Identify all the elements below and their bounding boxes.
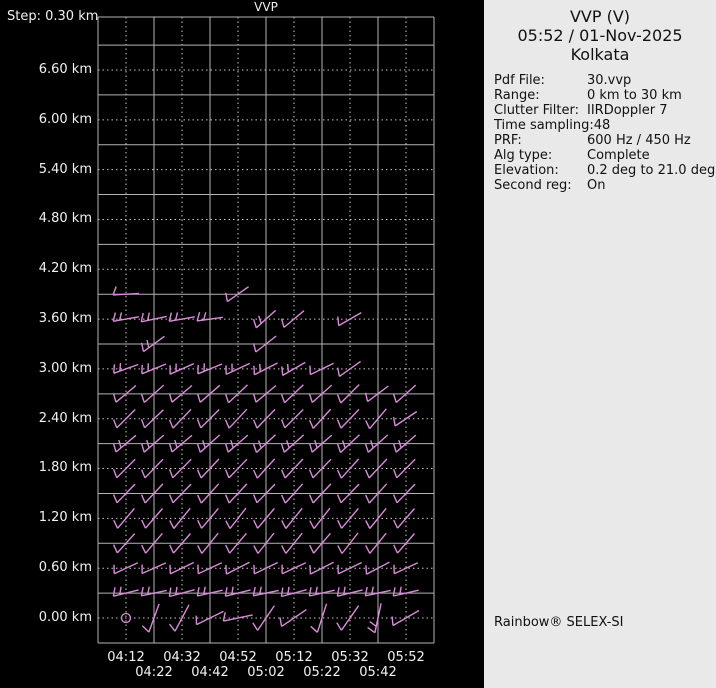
field-value: Complete bbox=[587, 148, 650, 163]
x-tick-label: 05:02 bbox=[247, 665, 285, 680]
step-label: Step: 0.30 km bbox=[7, 9, 99, 24]
info-row-pdf-file: Pdf File: 30.vvp bbox=[494, 73, 716, 88]
wind-barb bbox=[280, 586, 307, 598]
info-row-range: Range: 0 km to 30 km bbox=[494, 88, 716, 103]
x-tick-label: 04:52 bbox=[219, 650, 257, 665]
wind-barb bbox=[392, 586, 419, 597]
field-value: IIRDoppler 7 bbox=[587, 103, 668, 118]
field-value: 48 bbox=[593, 118, 611, 133]
field-label: Second reg: bbox=[494, 178, 572, 193]
y-tick-label: 6.60 km bbox=[38, 62, 92, 77]
info-row-second-reg: Second reg: On bbox=[494, 178, 716, 193]
field-value: 0 km to 30 km bbox=[587, 88, 682, 103]
field-value: 30.vvp bbox=[587, 73, 632, 88]
wind-barb bbox=[336, 586, 363, 597]
field-label: Alg type: bbox=[494, 148, 553, 163]
info-row-prf: PRF: 600 Hz / 450 Hz bbox=[494, 133, 716, 148]
field-label: Elevation: bbox=[494, 163, 559, 178]
info-fields: Pdf File: 30.vvp Range: 0 km to 30 km Clut… bbox=[484, 73, 716, 193]
field-value: 0.2 deg to 21.0 deg bbox=[587, 163, 716, 178]
y-tick-label: 4.80 km bbox=[38, 211, 92, 226]
x-tick-label: 05:42 bbox=[359, 665, 397, 680]
y-tick-label: 2.40 km bbox=[38, 411, 92, 426]
y-tick-label: 1.20 km bbox=[38, 510, 92, 525]
y-tick-label: 3.00 km bbox=[38, 361, 92, 376]
info-row-elevation: Elevation: 0.2 deg to 21.0 deg bbox=[494, 163, 716, 178]
vvp-application-window: VVP Step: 0.30 km 6.60 km 6.00 km 5.40 k… bbox=[0, 0, 716, 688]
field-value: On bbox=[587, 178, 606, 193]
chart-panel: VVP Step: 0.30 km 6.60 km 6.00 km 5.40 k… bbox=[0, 0, 484, 688]
info-row-time-sampling: Time sampling:48 bbox=[494, 118, 716, 133]
info-row-clutter-filter: Clutter Filter: IIRDoppler 7 bbox=[494, 103, 716, 118]
x-tick-label: 05:52 bbox=[387, 650, 425, 665]
wind-barb bbox=[169, 561, 195, 575]
field-label: Range: bbox=[494, 88, 540, 103]
vendor-branding: Rainbow® SELEX-SI bbox=[494, 615, 624, 630]
y-tick-label: 0.00 km bbox=[38, 610, 92, 625]
wind-barb bbox=[112, 586, 139, 597]
x-tick-label: 04:32 bbox=[163, 650, 201, 665]
chart-title: VVP bbox=[254, 0, 278, 14]
field-label: Pdf File: bbox=[494, 73, 545, 88]
y-tick-label: 4.20 km bbox=[38, 261, 92, 276]
y-tick-label: 5.40 km bbox=[38, 162, 92, 177]
wind-barb bbox=[168, 586, 195, 598]
wind-profile-chart bbox=[97, 16, 435, 644]
info-header: VVP (V) 05:52 / 01-Nov-2025 Kolkata bbox=[484, 0, 716, 64]
wind-barb bbox=[281, 562, 307, 575]
product-title: VVP (V) bbox=[569, 7, 631, 26]
field-label: PRF: bbox=[494, 133, 522, 148]
field-label: Time sampling: bbox=[494, 118, 594, 133]
x-tick-label: 04:12 bbox=[107, 650, 145, 665]
field-value: 600 Hz / 450 Hz bbox=[587, 133, 691, 148]
y-tick-label: 3.60 km bbox=[38, 311, 92, 326]
y-tick-label: 1.80 km bbox=[38, 460, 92, 475]
x-tick-label: 05:22 bbox=[303, 665, 341, 680]
field-label: Clutter Filter: bbox=[494, 103, 579, 118]
wind-barb bbox=[224, 586, 251, 597]
x-tick-label: 04:42 bbox=[191, 665, 229, 680]
x-tick-label: 05:12 bbox=[275, 650, 313, 665]
y-tick-label: 0.60 km bbox=[38, 560, 92, 575]
x-tick-label: 04:22 bbox=[135, 665, 173, 680]
y-tick-label: 6.00 km bbox=[38, 112, 92, 127]
wind-barb bbox=[367, 603, 382, 634]
site-name: Kolkata bbox=[570, 45, 630, 64]
product-datetime: 05:52 / 01-Nov-2025 bbox=[517, 26, 683, 45]
x-tick-label: 05:32 bbox=[331, 650, 369, 665]
info-panel: VVP (V) 05:52 / 01-Nov-2025 Kolkata Pdf … bbox=[484, 0, 716, 688]
info-row-alg-type: Alg type: Complete bbox=[494, 148, 716, 163]
